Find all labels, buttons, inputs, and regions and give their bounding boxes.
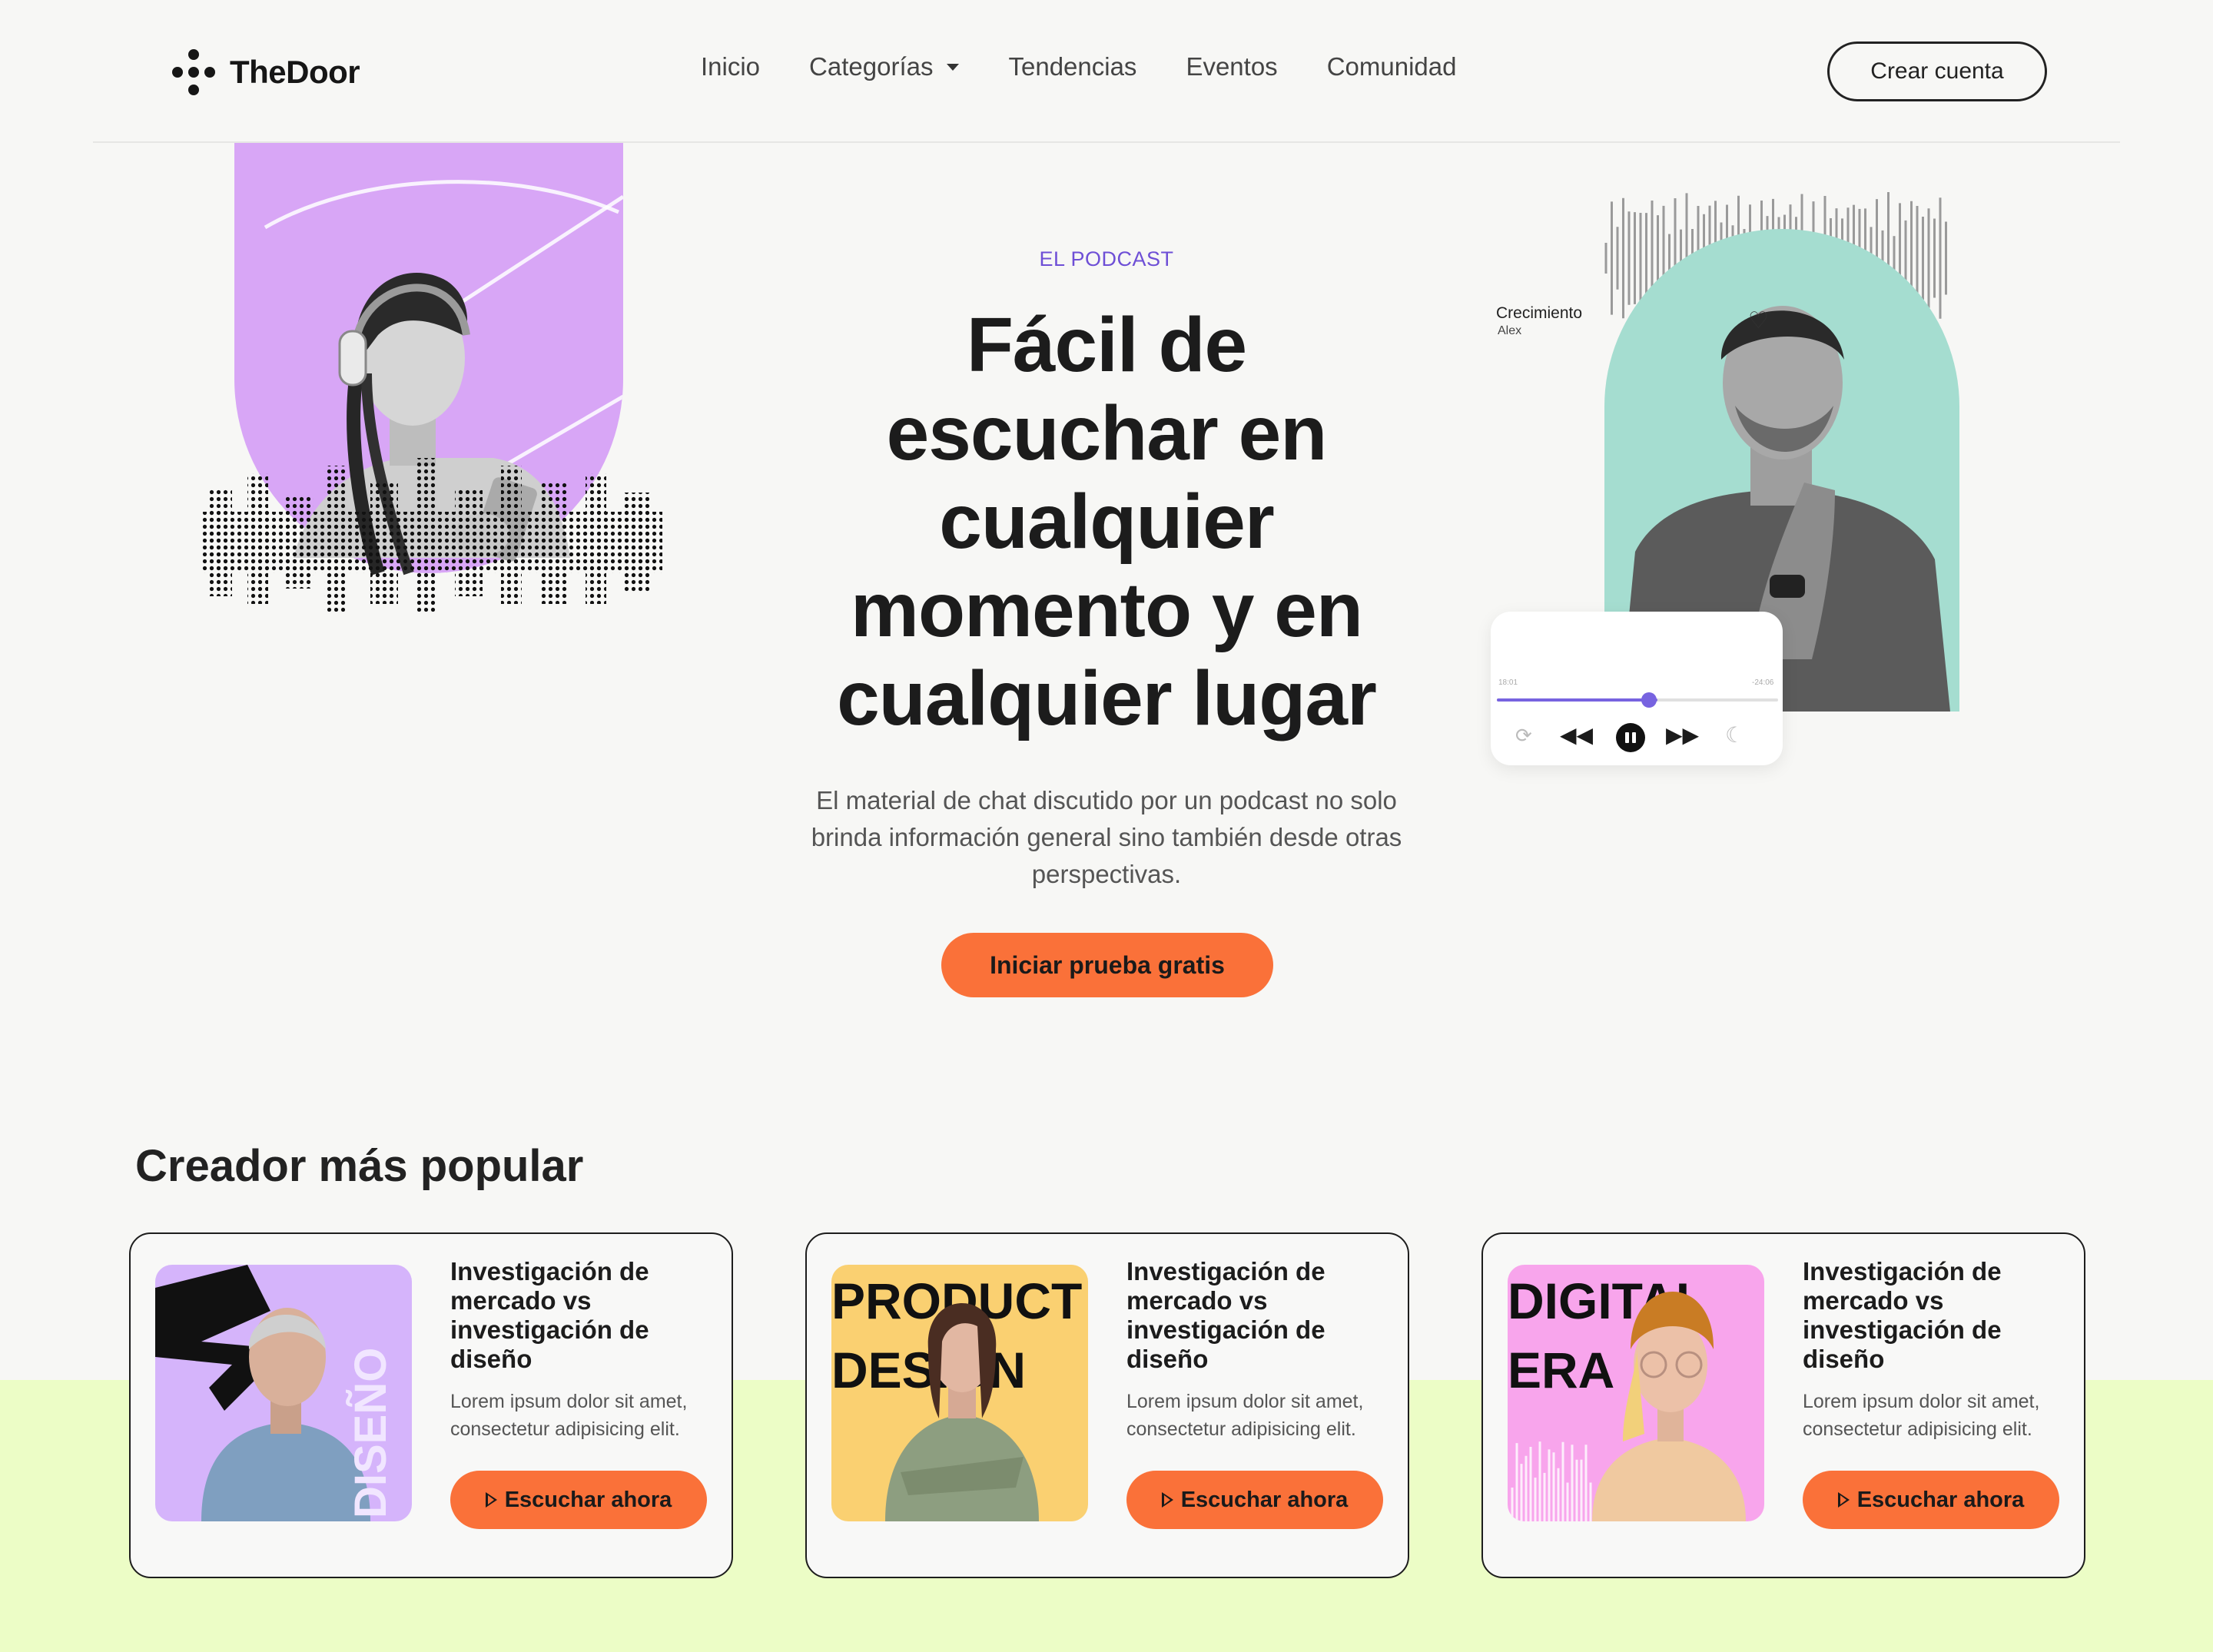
- listen-now-button[interactable]: Escuchar ahora: [450, 1471, 707, 1529]
- listen-now-button[interactable]: Escuchar ahora: [1126, 1471, 1383, 1529]
- hero-right-illustration: Crecimiento Alex ♡ 18:01 -24:06 ⟳ ◀◀ ▶▶ …: [1491, 143, 2029, 773]
- creator-card: DIGITAL ERA Investigación de mercado vs …: [1481, 1232, 2085, 1578]
- nav-link-inicio[interactable]: Inicio: [701, 52, 760, 81]
- play-icon: [1161, 1492, 1173, 1508]
- player-remaining-time: -24:06: [1752, 678, 1774, 687]
- creator-card-description: Lorem ipsum dolor sit amet, consectetur …: [1126, 1391, 1364, 1440]
- creator-card: PRODUCT DESIGN Investigación de mercado …: [805, 1232, 1409, 1578]
- button-label: Escuchar ahora: [1180, 1487, 1349, 1512]
- player-progress-fill: [1497, 698, 1657, 702]
- play-icon: [1837, 1492, 1850, 1508]
- card-image-label: DISEÑO: [346, 1348, 396, 1518]
- creator-card-image: PRODUCT DESIGN: [831, 1265, 1088, 1521]
- button-label: Escuchar ahora: [1856, 1487, 2025, 1512]
- nav-link-categorias[interactable]: Categorías: [809, 52, 960, 81]
- nav-link-label: Categorías: [809, 52, 934, 81]
- nav-links: Inicio Categorías Tendencias Eventos Com…: [701, 52, 1505, 81]
- player-track-title: Crecimiento: [1496, 304, 1583, 322]
- rewind-icon[interactable]: ◀◀: [1560, 722, 1593, 748]
- pause-icon[interactable]: [1616, 723, 1645, 752]
- player-elapsed-time: 18:01: [1498, 678, 1518, 687]
- creator-card-title: Investigación de mercado vs investigació…: [450, 1257, 649, 1373]
- nav-link-label: Inicio: [701, 52, 761, 81]
- woman-with-headphones-image: [201, 273, 662, 612]
- player-artist: Alex: [1498, 324, 1522, 337]
- moon-icon[interactable]: ☾: [1725, 722, 1744, 748]
- creator-card-title: Investigación de mercado vs investigació…: [1126, 1257, 1325, 1373]
- repeat-icon[interactable]: ⟳: [1515, 724, 1532, 748]
- play-icon: [485, 1492, 497, 1508]
- hero-description: El material de chat discutido por un pod…: [811, 786, 1402, 888]
- hero-left-illustration: [201, 143, 662, 712]
- section-title-popular-creator: Creador más popular: [135, 1141, 584, 1191]
- button-label: Escuchar ahora: [504, 1487, 672, 1512]
- create-account-button[interactable]: Crear cuenta: [1827, 41, 2047, 101]
- player-progress-handle[interactable]: [1641, 692, 1657, 708]
- listen-now-button[interactable]: Escuchar ahora: [1803, 1471, 2059, 1529]
- nav-link-eventos[interactable]: Eventos: [1186, 52, 1277, 81]
- creator-card-image: DIGITAL ERA: [1508, 1265, 1764, 1521]
- nav-link-label: Eventos: [1186, 52, 1278, 81]
- chevron-down-icon: [947, 63, 960, 71]
- creator-card: DISEÑO Investigación de mercado vs inves…: [129, 1232, 733, 1578]
- creator-card-description: Lorem ipsum dolor sit amet, consectetur …: [1803, 1391, 2040, 1440]
- nav-link-comunidad[interactable]: Comunidad: [1327, 52, 1457, 81]
- brand-logo[interactable]: TheDoor: [167, 45, 360, 100]
- fast-forward-icon[interactable]: ▶▶: [1666, 722, 1699, 748]
- logo-dots-icon: [172, 49, 215, 95]
- heart-icon[interactable]: ♡: [1748, 307, 1769, 334]
- svg-text:ERA: ERA: [1508, 1342, 1614, 1398]
- top-navbar: TheDoor Inicio Categorías Tendencias Eve…: [93, 0, 2120, 143]
- creator-card-description: Lorem ipsum dolor sit amet, consectetur …: [450, 1391, 688, 1440]
- hero-eyebrow: EL PODCAST: [1039, 247, 1174, 270]
- nav-link-label: Tendencias: [1008, 52, 1137, 81]
- player-progress-bar[interactable]: [1497, 698, 1778, 702]
- start-free-trial-button[interactable]: Iniciar prueba gratis: [941, 933, 1273, 997]
- nav-link-tendencias[interactable]: Tendencias: [1008, 52, 1136, 81]
- brand-name: TheDoor: [230, 54, 360, 90]
- creator-card-title: Investigación de mercado vs investigació…: [1803, 1257, 2002, 1373]
- nav-link-label: Comunidad: [1326, 52, 1457, 81]
- hero-title: Fácil de escuchar en cualquier momento y…: [837, 302, 1377, 741]
- creator-card-image: DISEÑO: [155, 1265, 412, 1521]
